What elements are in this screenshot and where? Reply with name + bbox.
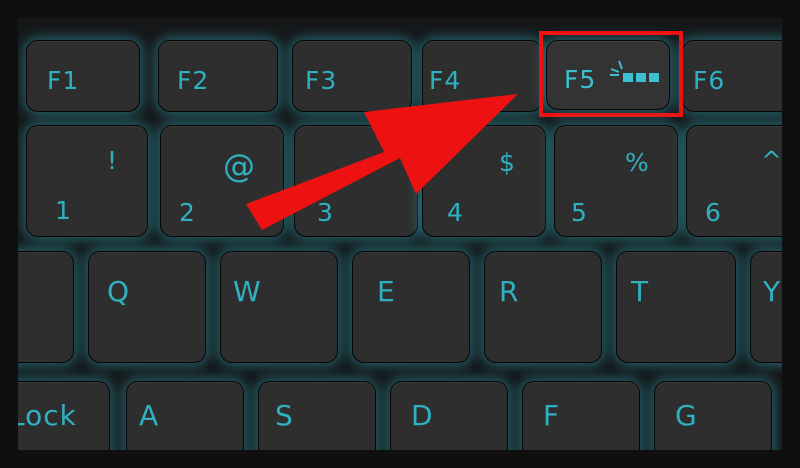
red-arrow-icon — [246, 94, 518, 230]
keyboard-photo: F1 F2 F3 F4 F5 F6 ! 1 @ 2 3 $ 4 % 5 ^ 6 … — [0, 0, 800, 468]
